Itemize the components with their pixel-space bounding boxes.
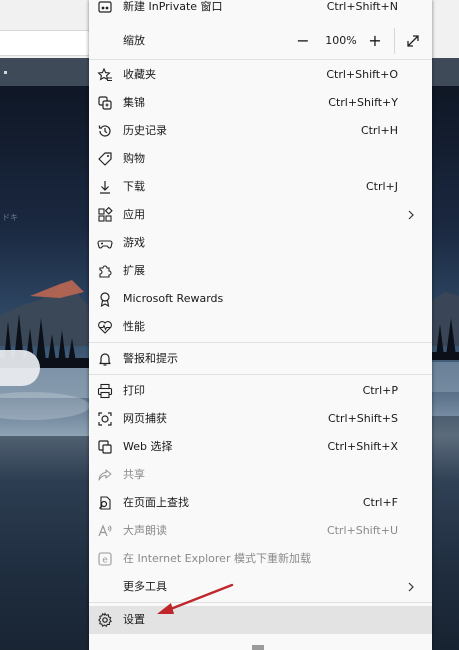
collections-icon bbox=[97, 95, 113, 111]
fullscreen-icon[interactable] bbox=[404, 32, 422, 50]
menu-item-reload-in-ie-mode: e 在 Internet Explorer 模式下重新加载 bbox=[89, 545, 432, 573]
menu-item-label: 历史记录 bbox=[123, 124, 167, 137]
find-icon bbox=[97, 495, 113, 511]
menu-item-shortcut: Ctrl+Shift+Y bbox=[328, 96, 398, 109]
menu-item-performance[interactable]: 性能 bbox=[89, 313, 432, 341]
menu-item-label: 新建 InPrivate 窗口 bbox=[123, 0, 223, 13]
download-icon bbox=[97, 179, 113, 195]
history-icon bbox=[97, 123, 113, 139]
apps-icon bbox=[97, 207, 113, 223]
read-aloud-icon bbox=[97, 523, 113, 539]
zoom-out-button[interactable]: − bbox=[294, 32, 312, 50]
ie-icon: e bbox=[97, 551, 113, 567]
favorites-bar-dot bbox=[4, 71, 7, 74]
menu-item-downloads[interactable]: 下载 Ctrl+J bbox=[89, 173, 432, 201]
menu-item-label: 打印 bbox=[123, 384, 145, 397]
favorites-icon bbox=[97, 67, 113, 83]
menu-item-shortcut: Ctrl+Shift+S bbox=[328, 412, 398, 425]
menu-separator bbox=[89, 342, 432, 343]
menu-item-label: 设置 bbox=[123, 613, 145, 626]
bell-icon bbox=[97, 351, 113, 367]
menu-item-microsoft-rewards[interactable]: Microsoft Rewards bbox=[89, 285, 432, 313]
menu-item-shortcut: Ctrl+Shift+O bbox=[326, 68, 398, 81]
chevron-right-icon bbox=[408, 582, 414, 592]
menu-item-share: 共享 bbox=[89, 461, 432, 489]
menu-separator bbox=[89, 374, 432, 375]
menu-item-more-tools[interactable]: 更多工具 bbox=[89, 573, 432, 601]
menu-item-shortcut: Ctrl+J bbox=[365, 180, 398, 193]
menu-item-shortcut: Ctrl+Shift+U bbox=[326, 524, 398, 537]
menu-item-shortcut: Ctrl+Shift+X bbox=[327, 440, 398, 453]
extensions-icon bbox=[97, 263, 113, 279]
menu-item-shortcut: Ctrl+P bbox=[362, 384, 398, 397]
rewards-icon bbox=[97, 291, 113, 307]
menu-item-shortcut: Ctrl+H bbox=[360, 124, 398, 137]
menu-item-shortcut: Ctrl+Shift+N bbox=[326, 0, 398, 13]
zoom-in-button[interactable]: + bbox=[366, 32, 384, 50]
menu-item-label: 在 Internet Explorer 模式下重新加载 bbox=[123, 552, 311, 565]
menu-item-label: 收藏夹 bbox=[123, 68, 156, 81]
menu-item-extensions[interactable]: 扩展 bbox=[89, 257, 432, 285]
menu-item-read-aloud: 大声朗读 Ctrl+Shift+U bbox=[89, 517, 432, 545]
menu-item-web-capture[interactable]: 网页捕获 Ctrl+Shift+S bbox=[89, 405, 432, 433]
menu-separator bbox=[89, 59, 432, 60]
print-icon bbox=[97, 383, 113, 399]
games-icon bbox=[97, 235, 113, 251]
zoom-label: 缩放 bbox=[123, 34, 145, 47]
menu-item-settings[interactable]: 设置 bbox=[89, 606, 432, 634]
menu-item-label: 扩展 bbox=[123, 264, 145, 277]
shopping-tag-icon bbox=[97, 151, 113, 167]
svg-text:e: e bbox=[102, 556, 108, 566]
menu-item-label: 大声朗读 bbox=[123, 524, 167, 537]
menu-item-label: 网页捕获 bbox=[123, 412, 167, 425]
performance-icon bbox=[97, 319, 113, 335]
menu-item-new-inprivate-window[interactable]: 新建 InPrivate 窗口 Ctrl+Shift+N bbox=[89, 0, 432, 21]
menu-item-history[interactable]: 历史记录 Ctrl+H bbox=[89, 117, 432, 145]
menu-item-label: Microsoft Rewards bbox=[123, 292, 224, 305]
web-capture-icon bbox=[97, 411, 113, 427]
menu-item-label: 在页面上查找 bbox=[123, 496, 189, 509]
menu-item-label: 下载 bbox=[123, 180, 145, 193]
background-search-box[interactable] bbox=[0, 350, 40, 386]
menu-item-alerts-and-tips[interactable]: 警报和提示 bbox=[89, 345, 432, 373]
menu-item-label: 共享 bbox=[123, 468, 145, 481]
gear-icon bbox=[97, 612, 113, 628]
menu-item-label: 警报和提示 bbox=[123, 352, 178, 365]
menu-item-apps[interactable]: 应用 bbox=[89, 201, 432, 229]
menu-item-label: 性能 bbox=[123, 320, 145, 333]
menu-separator bbox=[89, 602, 432, 603]
menu-item-label: 集锦 bbox=[123, 96, 145, 109]
menu-item-label: 更多工具 bbox=[123, 580, 167, 593]
cursor-marker bbox=[252, 645, 264, 650]
zoom-divider bbox=[394, 28, 395, 54]
menu-item-label: 购物 bbox=[123, 152, 145, 165]
menu-item-web-select[interactable]: Web 选择 Ctrl+Shift+X bbox=[89, 433, 432, 461]
menu-item-games[interactable]: 游戏 bbox=[89, 229, 432, 257]
menu-item-favorites[interactable]: 收藏夹 Ctrl+Shift+O bbox=[89, 61, 432, 89]
inprivate-window-icon bbox=[97, 0, 113, 15]
menu-item-label: 游戏 bbox=[123, 236, 145, 249]
menu-item-find-on-page[interactable]: 在页面上查找 Ctrl+F bbox=[89, 489, 432, 517]
zoom-level: 100% bbox=[325, 34, 357, 47]
background-label: ドキ bbox=[2, 213, 18, 222]
share-icon bbox=[97, 467, 113, 483]
menu-item-label: Web 选择 bbox=[123, 440, 173, 453]
menu-item-label: 应用 bbox=[123, 208, 145, 221]
menu-item-shopping[interactable]: 购物 bbox=[89, 145, 432, 173]
menu-item-print[interactable]: 打印 Ctrl+P bbox=[89, 377, 432, 405]
web-select-icon bbox=[97, 439, 113, 455]
menu-item-collections[interactable]: 集锦 Ctrl+Shift+Y bbox=[89, 89, 432, 117]
address-bar[interactable] bbox=[0, 30, 91, 56]
chevron-right-icon bbox=[408, 210, 414, 220]
menu-item-shortcut: Ctrl+F bbox=[362, 496, 398, 509]
settings-and-more-menu: 新建 InPrivate 窗口 Ctrl+Shift+N 缩放 − 100% +… bbox=[89, 0, 432, 650]
